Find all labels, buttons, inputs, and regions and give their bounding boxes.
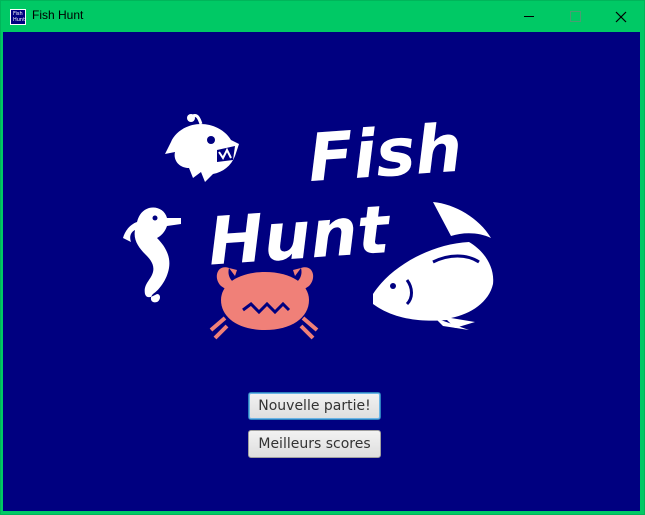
logo-text-fish: Fish	[306, 110, 465, 198]
game-menu-area: Fish Hunt Nouvelle partie! Meilleurs sco…	[3, 32, 640, 511]
close-icon	[615, 11, 627, 22]
close-button[interactable]	[598, 1, 644, 32]
high-scores-button[interactable]: Meilleurs scores	[248, 430, 381, 458]
app-icon: Fish Hunt	[10, 9, 26, 25]
minimize-button[interactable]	[506, 1, 552, 32]
app-window: Fish Hunt Fish Hunt Fish Hunt Nouvelle p…	[0, 0, 645, 515]
seahorse-icon	[123, 207, 181, 303]
title-bar[interactable]: Fish Hunt Fish Hunt	[1, 1, 644, 32]
maximize-button[interactable]	[552, 1, 598, 32]
maximize-icon	[569, 11, 581, 22]
minimize-icon	[524, 16, 534, 17]
app-icon-text-2: Hunt	[13, 17, 26, 23]
window-title: Fish Hunt	[32, 8, 84, 22]
new-game-button[interactable]: Nouvelle partie!	[248, 392, 381, 420]
anglerfish-icon	[165, 114, 239, 182]
logo-text-hunt: Hunt	[206, 191, 394, 281]
